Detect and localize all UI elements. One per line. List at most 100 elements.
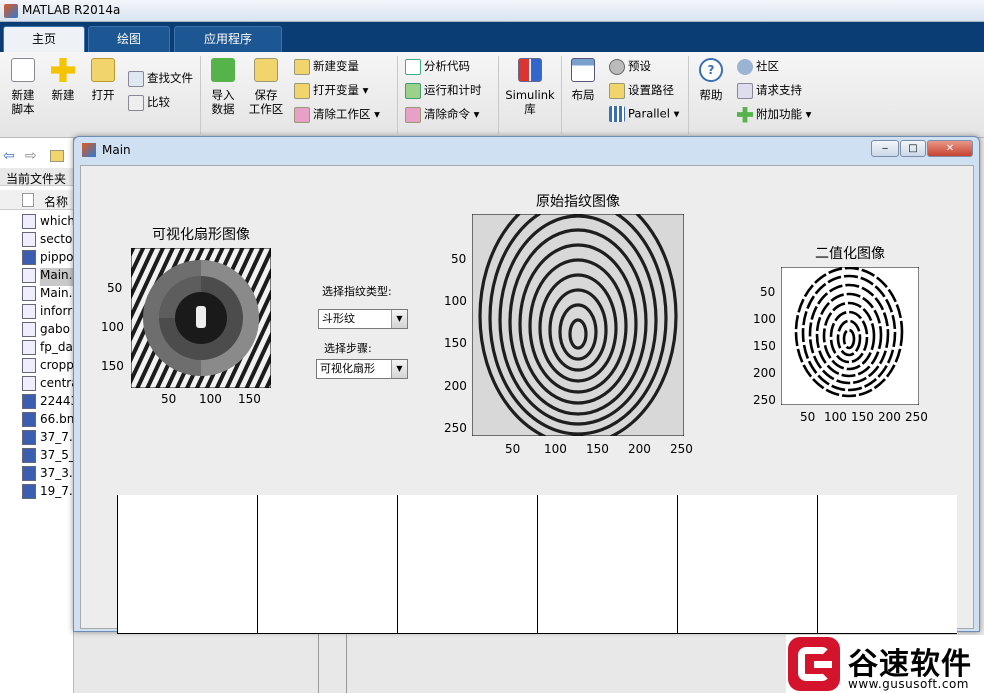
x-tick-label: 150 (851, 410, 874, 424)
run-time-icon (405, 82, 421, 99)
app-title: MATLAB R2014a (22, 3, 121, 17)
file-list-item[interactable]: 22443 (40, 394, 74, 412)
m-file-icon (22, 340, 36, 355)
close-button[interactable]: ✕ (927, 140, 973, 157)
tab-plots[interactable]: 绘图 (88, 26, 170, 52)
plot3-title: 二值化图像 (815, 246, 885, 262)
x-tick-label: 50 (505, 442, 521, 456)
m-file-icon (22, 214, 36, 229)
result-axes-strip (117, 495, 957, 634)
plus-icon (51, 58, 75, 82)
matlab-logo-icon (4, 4, 18, 18)
file-list-item[interactable]: Main. (40, 286, 74, 304)
chevron-down-icon: ▾ (374, 107, 380, 121)
brand-url: www.gususoft.com (848, 677, 969, 691)
bmp-file-icon (22, 466, 36, 481)
maximize-button[interactable]: □ (900, 140, 926, 157)
import-icon (211, 58, 235, 82)
bmp-file-icon (22, 412, 36, 427)
file-list-item[interactable]: secto (40, 232, 74, 250)
divider (561, 56, 562, 134)
x-tick-label: 200 (628, 442, 651, 456)
y-tick-label: 250 (444, 421, 467, 435)
run-and-time-button[interactable]: 运行和计时 (405, 82, 482, 99)
simulink-icon (518, 58, 542, 82)
set-path-button[interactable]: 设置路径 (609, 82, 674, 99)
figure-window-main[interactable]: Main ‒ □ ✕ 可视化扇形图像 50 100 150 50 100 150… (73, 136, 980, 634)
open-variable-icon (294, 82, 310, 99)
axes-divider (817, 495, 818, 634)
tab-apps[interactable]: 应用程序 (174, 26, 282, 52)
save-workspace-icon (254, 58, 278, 82)
forward-arrow-icon[interactable]: ⇨ (25, 148, 37, 164)
step-select[interactable]: 可视化扇形 ▼ (316, 359, 408, 379)
chevron-down-icon: ▼ (391, 360, 407, 378)
find-files-button[interactable]: 查找文件 (128, 70, 193, 87)
chevron-down-icon: ▾ (673, 106, 680, 121)
simulink-library-button[interactable]: Simulink 库 (505, 58, 555, 116)
clear-commands-button[interactable]: 清除命令 ▾ (405, 106, 479, 123)
parallel-button[interactable]: Parallel ▾ (609, 106, 679, 122)
file-list-item[interactable]: fp_da (40, 340, 74, 358)
file-list-item[interactable]: 37_5_ (40, 448, 74, 466)
new-button[interactable]: 新建 (48, 58, 78, 102)
check-icon (405, 58, 421, 75)
eraser-icon (405, 106, 421, 123)
file-list-item[interactable]: inforr (40, 304, 74, 322)
help-icon: ? (699, 58, 723, 82)
file-list-item[interactable]: Main. (40, 268, 74, 286)
file-list-item[interactable]: 19_7. (40, 484, 74, 502)
open-variable-button[interactable]: 打开变量 ▾ (294, 82, 368, 99)
save-workspace-button[interactable]: 保存 工作区 (248, 58, 284, 116)
m-file-icon (22, 376, 36, 391)
clear-workspace-button[interactable]: 清除工作区 ▾ (294, 106, 380, 123)
x-tick-label: 100 (824, 410, 847, 424)
name-column-header[interactable]: 名称 (44, 193, 68, 210)
file-list-item[interactable]: 37_3. (40, 466, 74, 484)
analyze-code-button[interactable]: 分析代码 (405, 58, 470, 75)
file-list-item[interactable]: cropp (40, 358, 74, 376)
file-list-item[interactable]: which (40, 214, 74, 232)
file-list-item[interactable]: gabo (40, 322, 74, 340)
community-button[interactable]: 社区 (737, 58, 779, 75)
plot2-title: 原始指纹图像 (536, 194, 620, 210)
m-file-icon (22, 268, 36, 283)
figure-title: Main (102, 143, 131, 157)
x-tick-label: 150 (238, 392, 261, 406)
preferences-button[interactable]: 预设 (609, 58, 651, 75)
new-script-button[interactable]: 新建 脚本 (9, 58, 37, 116)
up-folder-icon[interactable] (50, 150, 64, 162)
layout-button[interactable]: 布局 (568, 58, 598, 102)
m-file-icon (22, 322, 36, 337)
divider (200, 56, 201, 134)
m-file-icon (22, 232, 36, 247)
m-file-icon (22, 358, 36, 373)
fingerprint-type-select[interactable]: 斗形纹 ▼ (318, 309, 408, 329)
add-ons-button[interactable]: 附加功能 ▾ (737, 106, 811, 123)
file-list-item[interactable]: centra (40, 376, 74, 394)
axes-divider (537, 495, 538, 634)
x-tick-label: 100 (544, 442, 567, 456)
open-button[interactable]: 打开 (88, 58, 118, 102)
compare-button[interactable]: 比较 (128, 94, 170, 111)
app-titlebar: MATLAB R2014a (0, 0, 984, 22)
bmp-file-icon (22, 250, 36, 265)
request-support-button[interactable]: 请求支持 (737, 82, 802, 99)
import-data-button[interactable]: 导入 数据 (209, 58, 237, 116)
help-button[interactable]: ? 帮助 (697, 58, 725, 102)
y-tick-label: 50 (451, 252, 467, 266)
sector-image-axes (131, 248, 271, 388)
binary-image-axes (781, 267, 919, 405)
back-arrow-icon[interactable]: ⇦ (3, 148, 15, 164)
file-list-item[interactable]: 66.bn (40, 412, 74, 430)
tab-home[interactable]: 主页 (3, 26, 85, 52)
file-list-item[interactable]: 37_7. (40, 430, 74, 448)
y-tick-label: 100 (444, 294, 467, 308)
file-list-item[interactable]: pippo (40, 250, 74, 268)
axes-divider (397, 495, 398, 634)
y-tick-label: 50 (107, 281, 123, 295)
minimize-button[interactable]: ‒ (871, 140, 899, 157)
x-tick-label: 50 (800, 410, 816, 424)
new-variable-button[interactable]: 新建变量 (294, 58, 359, 75)
current-folder-label: 当前文件夹 (6, 172, 67, 186)
